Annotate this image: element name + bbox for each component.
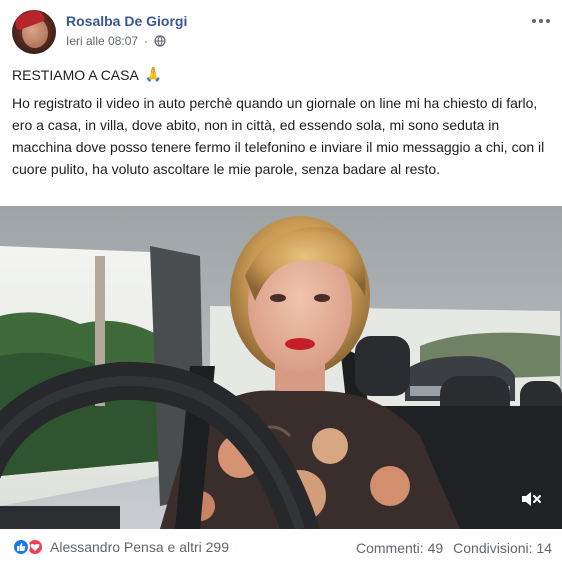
post-body: Ho registrato il video in auto perchè qu… bbox=[12, 95, 545, 177]
speaker-muted-icon[interactable] bbox=[520, 490, 542, 508]
reactions-text[interactable]: Alessandro Pensa e altri 299 bbox=[50, 539, 229, 555]
shares-count[interactable]: Condivisioni: 14 bbox=[453, 540, 552, 556]
facebook-post: Rosalba De Giorgi Ieri alle 08:07 · REST… bbox=[0, 0, 562, 563]
author-name[interactable]: Rosalba De Giorgi bbox=[66, 13, 187, 29]
post-title: RESTIAMO A CASA 🙏 bbox=[12, 66, 162, 83]
separator-dot: · bbox=[144, 34, 149, 48]
post-meta: Ieri alle 08:07 · bbox=[66, 34, 166, 48]
like-reaction-icon bbox=[12, 538, 30, 556]
post-header: Rosalba De Giorgi Ieri alle 08:07 · bbox=[12, 10, 552, 56]
post-footer: Alessandro Pensa e altri 299 Commenti: 4… bbox=[0, 532, 562, 563]
post-time[interactable]: Ieri alle 08:07 bbox=[66, 34, 138, 48]
more-options-icon[interactable] bbox=[530, 12, 552, 30]
avatar[interactable] bbox=[12, 10, 56, 54]
globe-icon[interactable] bbox=[154, 35, 166, 47]
engagement-counts: Commenti: 49 Condivisioni: 14 bbox=[356, 540, 552, 556]
video-frame bbox=[0, 206, 562, 529]
comments-count[interactable]: Commenti: 49 bbox=[356, 540, 443, 556]
video-player[interactable] bbox=[0, 206, 562, 529]
praying-hands-emoji: 🙏 bbox=[144, 66, 163, 82]
post-title-text: RESTIAMO A CASA bbox=[12, 66, 139, 83]
reactions-summary[interactable]: Alessandro Pensa e altri 299 bbox=[12, 538, 229, 556]
